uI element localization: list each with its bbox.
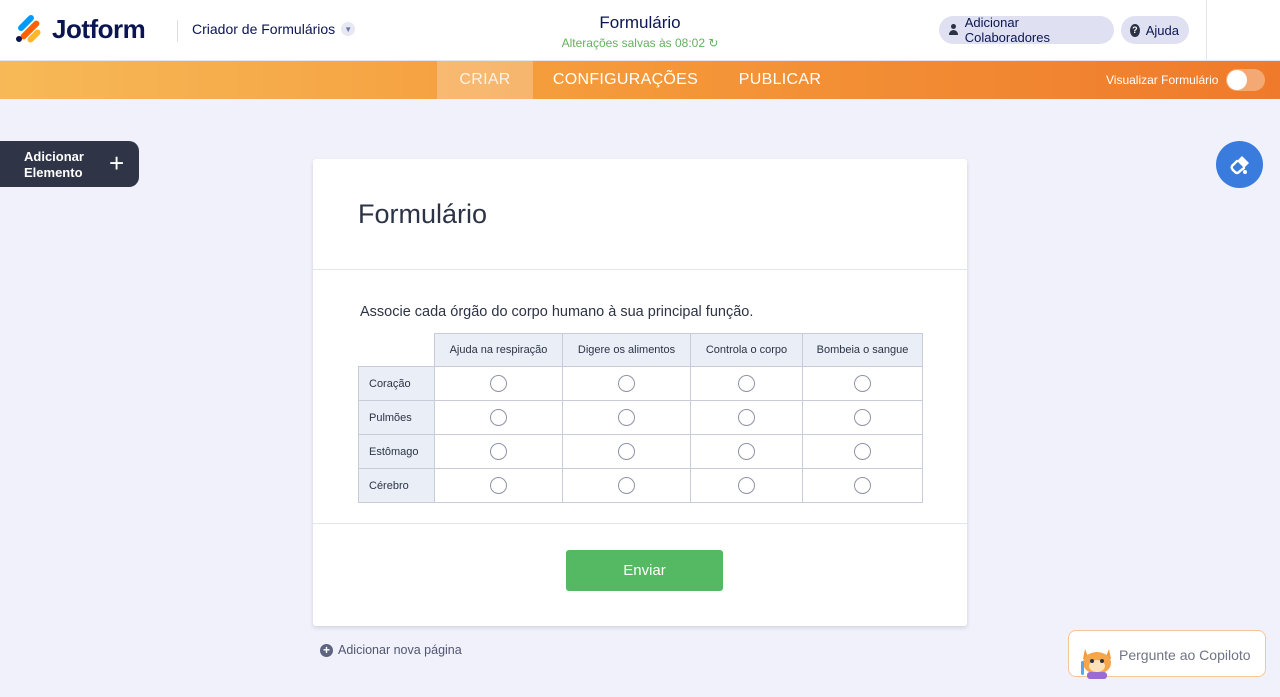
matrix-column-header: Ajuda na respiração: [434, 333, 563, 367]
add-new-page-link[interactable]: + Adicionar nova página: [320, 643, 462, 657]
matrix-row: Coração: [358, 366, 923, 401]
card-divider: [313, 523, 967, 524]
form-name[interactable]: Formulário: [540, 13, 740, 33]
radio-button[interactable]: [738, 443, 755, 460]
matrix-question[interactable]: Associe cada órgão do corpo humano à sua…: [360, 304, 753, 320]
question-icon: ?: [1130, 23, 1140, 37]
card-divider: [313, 269, 967, 270]
add-element-label: Adicionar Elemento: [24, 149, 84, 180]
add-element-button[interactable]: Adicionar Elemento +: [0, 141, 139, 187]
header-right-divider: [1206, 0, 1207, 61]
matrix-row-label: Pulmões: [358, 400, 435, 435]
header-divider: [177, 20, 178, 42]
preview-form-label: Visualizar Formulário: [1106, 73, 1219, 87]
toggle-knob: [1227, 70, 1247, 90]
copilot-button[interactable]: Pergunte ao Copiloto: [1068, 630, 1266, 679]
tab-publicar[interactable]: PUBLICAR: [730, 61, 830, 99]
chevron-down-icon: ▼: [341, 22, 356, 36]
radio-button[interactable]: [738, 409, 755, 426]
preview-form-toggle[interactable]: [1226, 69, 1265, 91]
radio-button[interactable]: [738, 477, 755, 494]
matrix-row-label: Coração: [358, 366, 435, 401]
form-card: Formulário Associe cada órgão do corpo h…: [313, 159, 967, 626]
builder-nav: CRIAR CONFIGURAÇÕES PUBLICAR Visualizar …: [0, 61, 1280, 99]
form-designer-button[interactable]: [1216, 141, 1263, 188]
matrix-column-header: Bombeia o sangue: [802, 333, 923, 367]
help-label: Ajuda: [1145, 22, 1179, 38]
matrix-row-label: Cérebro: [358, 468, 435, 503]
matrix-corner-cell: [358, 333, 435, 367]
copilot-label: Pergunte ao Copiloto: [1119, 647, 1251, 663]
save-status: Alterações salvas às 08:02 ↻: [561, 36, 719, 50]
matrix-column-header: Controla o corpo: [690, 333, 803, 367]
radio-button[interactable]: [738, 375, 755, 392]
submit-button[interactable]: Enviar: [566, 550, 723, 591]
add-collaborators-button[interactable]: Adicionar Colaboradores: [939, 15, 1114, 45]
form-title[interactable]: Formulário: [358, 199, 487, 230]
radio-button[interactable]: [618, 375, 635, 392]
copilot-mascot-icon: [1081, 649, 1111, 679]
builder-title: Criador de Formulários: [192, 21, 336, 37]
matrix-row: Estômago: [358, 434, 923, 469]
add-new-page-label: Adicionar nova página: [338, 643, 462, 657]
paint-roller-icon: [1229, 155, 1249, 174]
jotform-logo[interactable]: Jotform: [14, 13, 146, 45]
tab-configuracoes[interactable]: CONFIGURAÇÕES: [545, 61, 706, 99]
form-name-block: Formulário Alterações salvas às 08:02 ↻: [540, 13, 740, 50]
logo-text: Jotform: [52, 14, 146, 44]
tab-criar[interactable]: CRIAR: [437, 61, 533, 99]
radio-button[interactable]: [618, 409, 635, 426]
radio-button[interactable]: [854, 477, 871, 494]
matrix-row: Cérebro: [358, 468, 923, 503]
jotform-logo-icon: [14, 13, 42, 44]
user-icon: [948, 24, 959, 36]
radio-button[interactable]: [854, 443, 871, 460]
radio-button[interactable]: [618, 443, 635, 460]
builder-dropdown[interactable]: Criador de Formulários ▼: [192, 21, 356, 37]
plus-circle-icon: +: [320, 643, 333, 657]
radio-button[interactable]: [618, 477, 635, 494]
radio-button[interactable]: [490, 477, 507, 494]
matrix-row-label: Estômago: [358, 434, 435, 469]
radio-button[interactable]: [490, 409, 507, 426]
plus-icon: +: [109, 148, 125, 178]
matrix-row: Pulmões: [358, 400, 923, 435]
radio-button[interactable]: [854, 409, 871, 426]
radio-button[interactable]: [854, 375, 871, 392]
help-button[interactable]: ? Ajuda: [1121, 16, 1189, 44]
matrix-column-header: Digere os alimentos: [562, 333, 691, 367]
add-collaborators-label: Adicionar Colaboradores: [964, 15, 1050, 45]
radio-button[interactable]: [490, 443, 507, 460]
input-matrix: Ajuda na respiração Digere os alimentos …: [358, 333, 923, 503]
radio-button[interactable]: [490, 375, 507, 392]
top-header: Jotform Criador de Formulários ▼ Formulá…: [0, 0, 1280, 61]
